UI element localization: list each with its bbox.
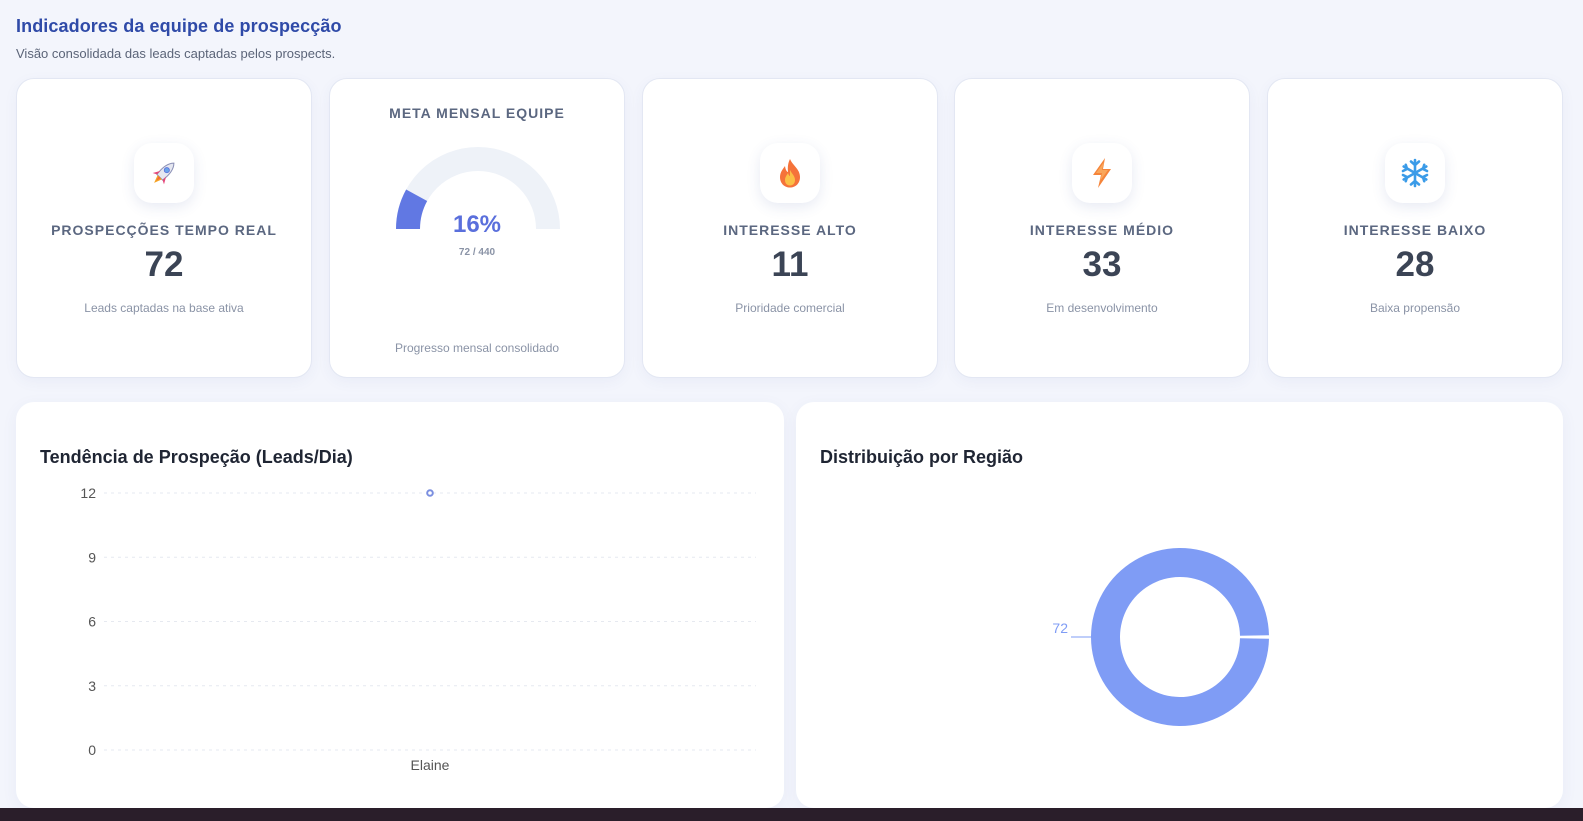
y-tick-label: 6 — [88, 614, 96, 630]
kpi-card-interesse-baixo: INTERESSE BAIXO 28 Baixa propensão — [1267, 78, 1563, 378]
kpi-caption: Baixa propensão — [1369, 301, 1461, 315]
page-header: Indicadores da equipe de prospecção Visã… — [16, 16, 342, 61]
kpi-label: INTERESSE MÉDIO — [1029, 222, 1175, 238]
kpi-card-interesse-medio: INTERESSE MÉDIO 33 Em desenvolvimento — [954, 78, 1250, 378]
page-title: Indicadores da equipe de prospecção — [16, 16, 342, 36]
gauge-percent: 16% — [452, 211, 502, 238]
trend-chart: 0 3 6 9 12 Elaine — [80, 485, 756, 773]
region-chart-panel: Distribuição por Região 72 — [796, 402, 1563, 808]
region-donut-chart: 72 — [1052, 548, 1269, 726]
meta-caption: Progresso mensal consolidado — [394, 341, 560, 355]
kpi-value: 72 — [144, 245, 184, 284]
kpi-value: 28 — [1395, 245, 1435, 284]
meta-label: META MENSAL EQUIPE — [389, 105, 565, 121]
kpi-value: 11 — [771, 245, 809, 284]
kpi-value: 33 — [1082, 245, 1122, 284]
kpi-caption: Prioridade comercial — [735, 301, 845, 315]
data-label: 72 — [1052, 620, 1068, 636]
kpi-caption: Leads captadas na base ativa — [84, 301, 244, 315]
y-tick-label: 0 — [88, 742, 96, 758]
y-tick-label: 3 — [88, 678, 96, 694]
bottom-bar — [0, 808, 1583, 821]
donut-slice[interactable] — [1091, 548, 1269, 726]
y-tick-label: 9 — [88, 549, 96, 565]
kpi-label: PROSPECÇÕES TEMPO REAL — [51, 222, 277, 238]
kpi-card-prospeccoes: PROSPECÇÕES TEMPO REAL 72 Leads captadas… — [16, 78, 312, 378]
snowflake-icon — [1385, 143, 1445, 203]
lightning-icon — [1072, 143, 1132, 203]
data-point[interactable] — [426, 489, 434, 497]
kpi-card-meta-mensal: META MENSAL EQUIPE 16% 72 / 440 Progress… — [329, 78, 625, 378]
kpi-card-interesse-alto: INTERESSE ALTO 11 Prioridade comercial — [642, 78, 938, 378]
kpi-label: INTERESSE BAIXO — [1343, 222, 1487, 238]
x-tick-label: Elaine — [411, 757, 450, 773]
kpi-caption: Em desenvolvimento — [1046, 301, 1158, 315]
kpi-label: INTERESSE ALTO — [723, 222, 857, 238]
fire-icon — [760, 143, 820, 203]
page-subtitle: Visão consolidada das leads captadas pel… — [16, 46, 336, 61]
rocket-icon — [134, 143, 194, 203]
y-tick-label: 12 — [80, 485, 96, 501]
trend-chart-panel: Tendência de Prospeção (Leads/Dia) 03691… — [16, 402, 784, 808]
gauge-fraction: 72 / 440 — [458, 247, 496, 258]
